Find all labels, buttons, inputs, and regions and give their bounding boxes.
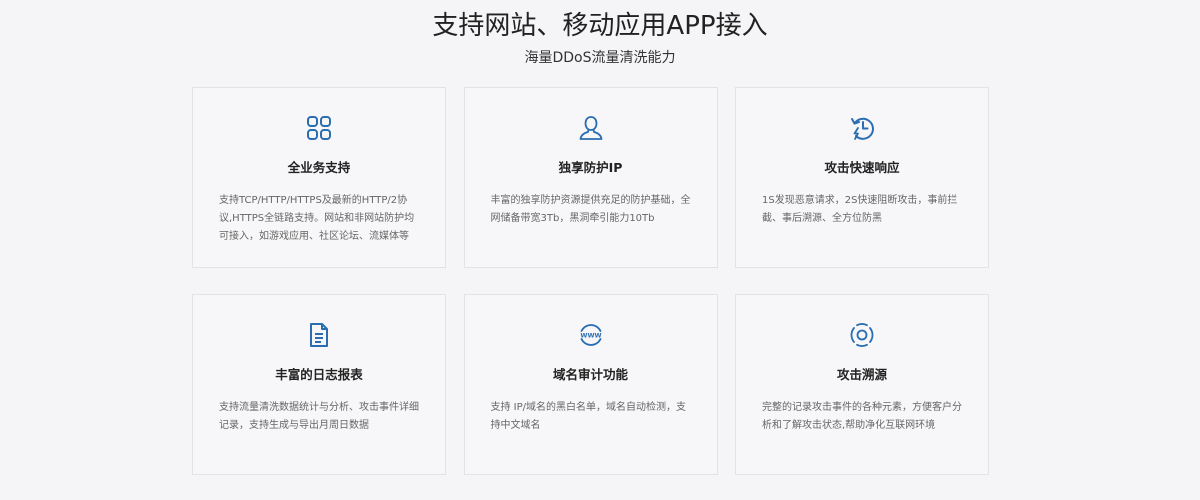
feature-card-attack-tracing: 攻击溯源 完整的记录攻击事件的各种元素，方便客户分析和了解攻击状态,帮助净化互联… xyxy=(735,294,989,475)
card-description: 完整的记录攻击事件的各种元素，方便客户分析和了解攻击状态,帮助净化互联网环境 xyxy=(762,402,962,431)
feature-card-log-reports: 丰富的日志报表 支持流量清洗数据统计与分析、攻击事件详细记录，支持生成与导出月周… xyxy=(192,294,446,475)
card-title: 全业务支持 xyxy=(287,160,351,175)
grid-icon xyxy=(305,114,333,142)
feature-card-all-business: 全业务支持 支持TCP/HTTP/HTTPS及最新的HTTP/2协议,HTTPS… xyxy=(192,87,446,268)
feature-card-fast-response: 攻击快速响应 1S发现恶意请求，2S快速阻断攻击，事前拦截、事后溯源、全方位防黑 xyxy=(735,87,989,268)
svg-text:WWW: WWW xyxy=(580,332,601,340)
card-description: 丰富的独享防护资源提供充足的防护基础，全网储备带宽3Tb，黑洞牵引能力10Tb xyxy=(490,195,691,224)
card-title: 域名审计功能 xyxy=(552,367,628,382)
fast-clock-icon xyxy=(848,114,876,142)
card-description: 支持流量清洗数据统计与分析、攻击事件详细记录，支持生成与导出月周日数据 xyxy=(219,402,419,431)
card-description: 支持TCP/HTTP/HTTPS及最新的HTTP/2协议,HTTPS全链路支持。… xyxy=(219,195,415,242)
user-icon xyxy=(577,114,605,142)
target-icon xyxy=(848,321,876,349)
card-description: 支持 IP/域名的黑白名单，域名自动检测，支持中文域名 xyxy=(490,402,687,431)
section-header: 支持网站、移动应用APP接入 海量DDoS流量清洗能力 xyxy=(0,0,1200,67)
feature-card-dedicated-ip: 独享防护IP 丰富的独享防护资源提供充足的防护基础，全网储备带宽3Tb，黑洞牵引… xyxy=(463,87,718,268)
card-title: 丰富的日志报表 xyxy=(275,367,363,382)
section-subtitle: 海量DDoS流量清洗能力 xyxy=(524,50,676,66)
feature-grid: 全业务支持 支持TCP/HTTP/HTTPS及最新的HTTP/2协议,HTTPS… xyxy=(192,87,989,475)
card-title: 独享防护IP xyxy=(558,160,623,175)
feature-card-domain-audit: WWW 域名审计功能 支持 IP/域名的黑白名单，域名自动检测，支持中文域名 xyxy=(463,294,718,475)
card-title: 攻击溯源 xyxy=(836,367,887,382)
card-title: 攻击快速响应 xyxy=(824,160,900,175)
www-globe-icon: WWW xyxy=(577,321,605,349)
document-icon xyxy=(305,321,333,349)
card-description: 1S发现恶意请求，2S快速阻断攻击，事前拦截、事后溯源、全方位防黑 xyxy=(762,195,958,224)
section-title: 支持网站、移动应用APP接入 xyxy=(432,11,768,41)
